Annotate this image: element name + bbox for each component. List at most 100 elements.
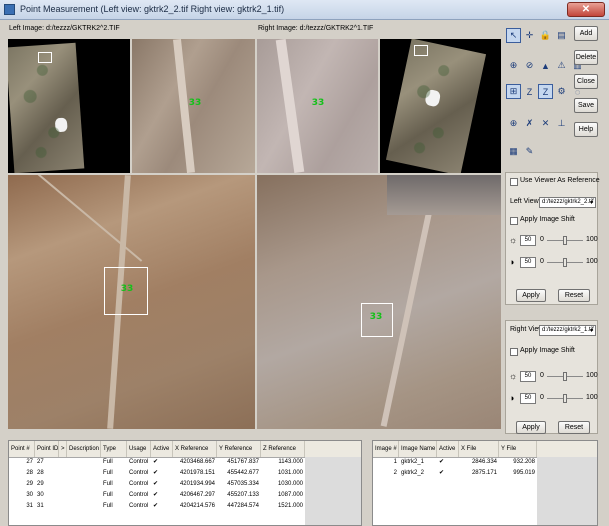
use-viewer-reference-checkbox[interactable] bbox=[510, 178, 518, 186]
right-contrast-spinner[interactable]: 50 bbox=[520, 393, 536, 404]
right-reset-button[interactable]: Reset bbox=[558, 421, 590, 434]
right-overview-view[interactable] bbox=[380, 39, 501, 173]
right-zoom-view[interactable]: 33 bbox=[257, 39, 378, 173]
table-cell: 455442.677 bbox=[227, 470, 259, 476]
left-apply-shift-checkbox[interactable] bbox=[510, 217, 518, 225]
add-button[interactable]: Add bbox=[574, 26, 598, 41]
column-header[interactable]: X File bbox=[459, 441, 499, 457]
table-cell: ✔ bbox=[439, 470, 445, 476]
table-cell: 31 bbox=[37, 503, 44, 509]
column-header[interactable]: Active bbox=[151, 441, 173, 457]
column-header[interactable]: Description bbox=[67, 441, 101, 457]
crosshair-icon[interactable]: ✛ bbox=[522, 28, 537, 43]
brightness-icon: ☼ bbox=[509, 371, 518, 381]
lock-icon[interactable]: 🔒 bbox=[538, 28, 553, 43]
table-cell: 455207.133 bbox=[227, 492, 259, 498]
delete-button[interactable]: Delete bbox=[574, 50, 598, 65]
left-brightness-spinner[interactable]: 50 bbox=[520, 235, 536, 246]
right-contrast-min: 0 bbox=[540, 394, 544, 401]
left-brightness-min: 0 bbox=[540, 236, 544, 243]
table-cell bbox=[67, 457, 101, 468]
table-cell: ✔ bbox=[153, 503, 159, 509]
right-brightness-thumb[interactable] bbox=[563, 372, 567, 381]
color-icon[interactable]: ⊕ bbox=[506, 116, 521, 131]
column-header[interactable]: X Reference bbox=[173, 441, 217, 457]
brightness-icon: ☼ bbox=[509, 235, 518, 245]
cross-icon[interactable]: ✕ bbox=[538, 116, 553, 131]
left-zoom-point-marker[interactable]: 33 bbox=[188, 99, 202, 108]
left-contrast-thumb[interactable] bbox=[563, 258, 567, 267]
column-header[interactable]: Active bbox=[437, 441, 459, 457]
table-cell: ✔ bbox=[153, 481, 159, 487]
column-header[interactable]: Image Name bbox=[399, 441, 437, 457]
table-cell bbox=[59, 501, 67, 512]
table-icon[interactable]: ▤ bbox=[554, 28, 569, 43]
right-apply-button[interactable]: Apply bbox=[516, 421, 546, 434]
warning-icon[interactable]: ⚠ bbox=[554, 58, 569, 73]
export-icon[interactable]: ✎ bbox=[522, 144, 537, 159]
column-header[interactable]: Point ID bbox=[35, 441, 59, 457]
table-cell: Control bbox=[129, 503, 149, 509]
right-zoom-point-marker[interactable]: 33 bbox=[311, 99, 325, 108]
left-main-point-marker[interactable]: 33 bbox=[120, 285, 134, 294]
z-box-icon[interactable]: Z bbox=[538, 84, 553, 99]
zoom-drive-icon[interactable]: ⊕ bbox=[506, 58, 521, 73]
right-contrast-thumb[interactable] bbox=[563, 394, 567, 403]
table-cell: 4206467.297 bbox=[179, 492, 215, 498]
settings-icon[interactable]: ▦ bbox=[506, 144, 521, 159]
elevation-icon[interactable]: ⊥ bbox=[554, 116, 569, 131]
left-brightness-thumb[interactable] bbox=[563, 236, 567, 245]
table-cell: 1030.000 bbox=[277, 481, 303, 487]
left-overview-cursor[interactable] bbox=[38, 52, 52, 63]
left-main-view[interactable]: 33 bbox=[8, 175, 255, 429]
table-cell: 1521.000 bbox=[277, 503, 303, 509]
table-cell bbox=[59, 479, 67, 490]
left-apply-button[interactable]: Apply bbox=[516, 289, 546, 302]
column-header[interactable]: Y Reference bbox=[217, 441, 261, 457]
table-cell: 447284.574 bbox=[227, 503, 259, 509]
link-icon[interactable]: ⊘ bbox=[522, 58, 537, 73]
town-area bbox=[387, 175, 501, 215]
table-cell: 28 bbox=[26, 470, 33, 476]
right-image-label: Right Image: d:/tezzz/GKTRK2^1.TIF bbox=[258, 25, 374, 32]
right-apply-shift-label: Apply Image Shift bbox=[520, 347, 575, 354]
left-overview-view[interactable] bbox=[8, 39, 130, 173]
close-button[interactable]: Close bbox=[574, 74, 598, 89]
right-overview-cursor[interactable] bbox=[414, 45, 428, 56]
right-view-select[interactable]: d:/tezzz/gktrk2_1.tif ▼ bbox=[539, 325, 596, 336]
column-header[interactable]: Type bbox=[101, 441, 127, 457]
right-main-point-marker[interactable]: 33 bbox=[369, 313, 383, 322]
left-view-select[interactable]: d:/tezzz/gktrk2_2.tif ▼ bbox=[539, 197, 596, 208]
save-button[interactable]: Save bbox=[574, 98, 598, 113]
select-arrow-icon[interactable]: ↖ bbox=[506, 28, 521, 43]
column-header[interactable]: Point # bbox=[9, 441, 35, 457]
table-cell: 1087.000 bbox=[277, 492, 303, 498]
left-contrast-max: 100 bbox=[586, 258, 598, 265]
images-table-header: Image # Image Name Active X File Y File bbox=[373, 441, 597, 458]
help-button[interactable]: Help bbox=[574, 122, 598, 137]
table-cell: 4201978.151 bbox=[179, 470, 215, 476]
right-apply-shift-checkbox[interactable] bbox=[510, 348, 518, 356]
column-header[interactable]: Z Reference bbox=[261, 441, 305, 457]
table-cell: 2 bbox=[393, 470, 397, 476]
geometry-icon[interactable]: ⚙ bbox=[554, 84, 569, 99]
column-header[interactable]: Image # bbox=[373, 441, 399, 457]
auto-measure-icon[interactable]: ⊞ bbox=[506, 84, 521, 99]
left-contrast-spinner[interactable]: 50 bbox=[520, 257, 536, 268]
column-header[interactable]: Y File bbox=[499, 441, 537, 457]
left-zoom-view[interactable]: 33 bbox=[132, 39, 255, 173]
window-close-button[interactable]: ✕ bbox=[567, 2, 605, 17]
column-header[interactable]: > bbox=[59, 441, 67, 457]
left-reset-button[interactable]: Reset bbox=[558, 289, 590, 302]
column-header[interactable]: Usage bbox=[127, 441, 151, 457]
table-cell: ✔ bbox=[153, 470, 159, 476]
overview-cloud bbox=[424, 88, 442, 108]
right-view-controls: Right View: d:/tezzz/gktrk2_1.tif ▼ Apply… bbox=[505, 320, 598, 434]
triangle-icon[interactable]: ▲ bbox=[538, 58, 553, 73]
right-main-view[interactable]: 33 bbox=[257, 175, 501, 429]
x-icon[interactable]: ✗ bbox=[522, 116, 537, 131]
chevron-down-icon: ▼ bbox=[589, 200, 594, 206]
z-icon[interactable]: Z bbox=[522, 84, 537, 99]
images-table: Image # Image Name Active X File Y File 1 gkt… bbox=[372, 440, 598, 526]
right-brightness-spinner[interactable]: 50 bbox=[520, 371, 536, 382]
